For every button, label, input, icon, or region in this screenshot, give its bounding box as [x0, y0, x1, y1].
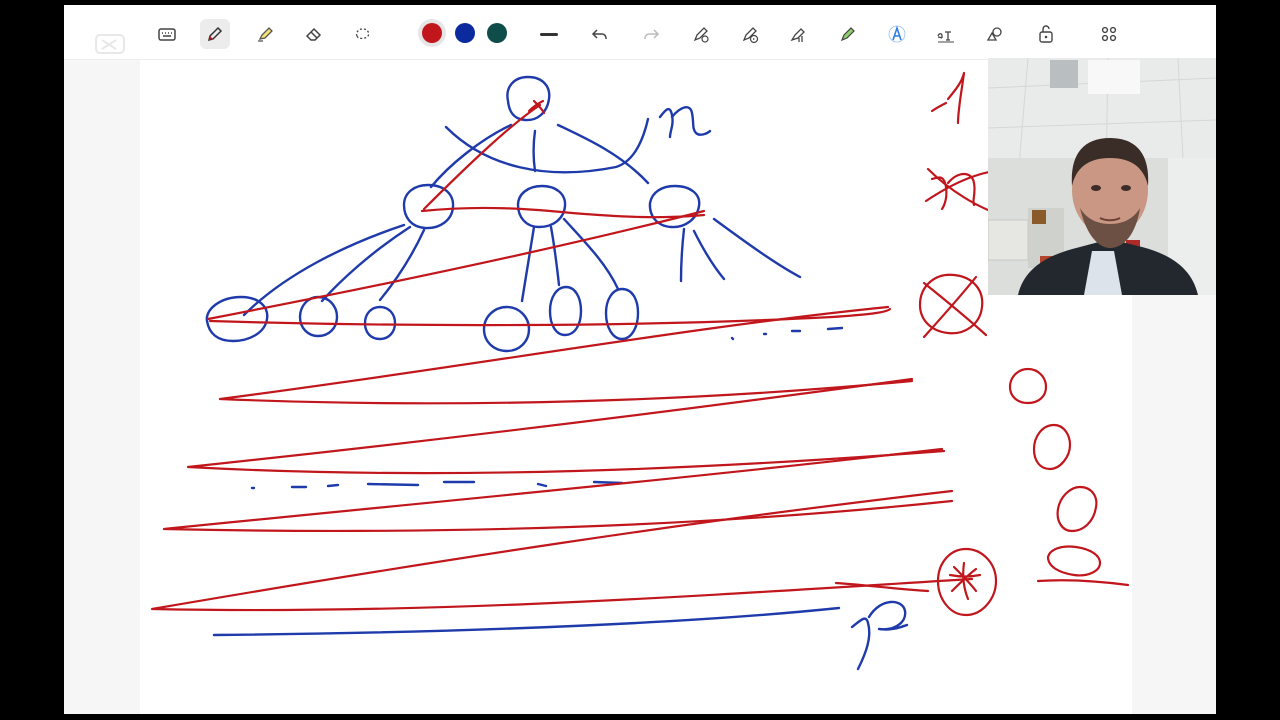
label-n: [658, 106, 712, 139]
label-p: [850, 600, 909, 671]
red-annotations: [150, 71, 1130, 617]
whiteboard-app: [64, 5, 1216, 714]
webcam-feed[interactable]: [988, 58, 1216, 295]
